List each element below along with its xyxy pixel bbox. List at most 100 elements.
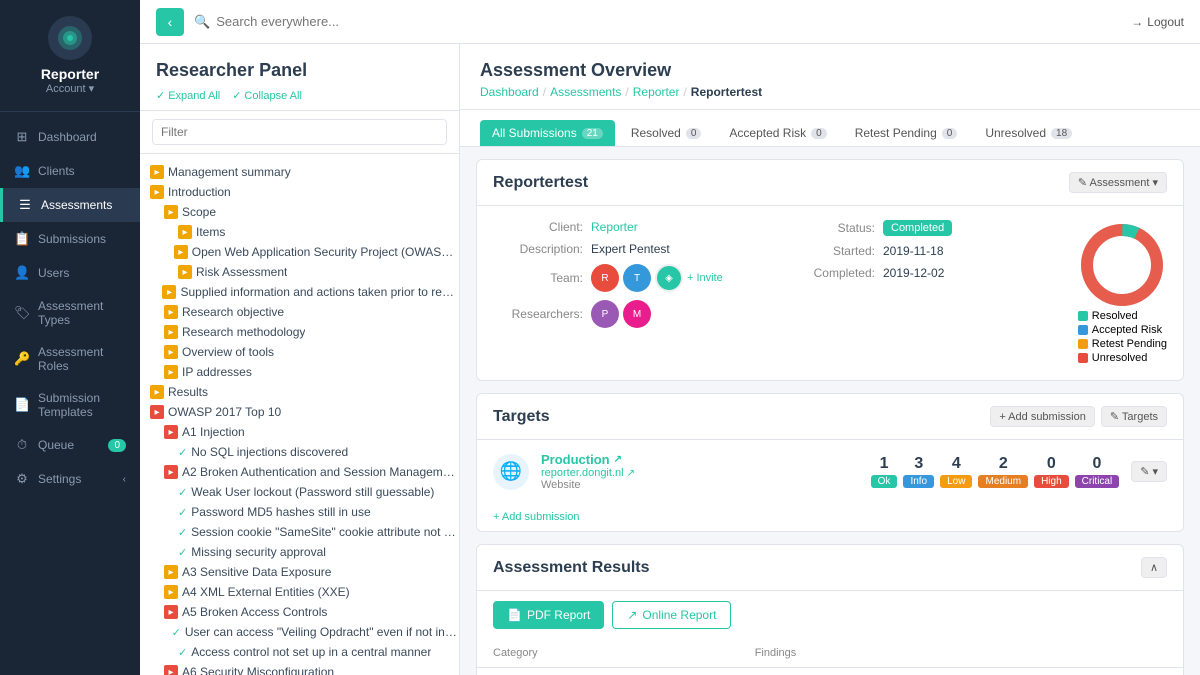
tree-item[interactable]: ▸Supplied information and actions taken … [140, 282, 459, 302]
results-table-head: Category Findings [477, 639, 1183, 668]
tree-item[interactable]: ▸Results [140, 382, 459, 402]
tree-item[interactable]: ✓Weak User lockout (Password still guess… [140, 482, 459, 502]
tree-item[interactable]: ▸Management summary [140, 162, 459, 182]
logout-button[interactable]: → Logout [1131, 15, 1184, 29]
tab-retest-pending[interactable]: Retest Pending 0 [843, 120, 970, 146]
tree-item[interactable]: ✓No SQL injections discovered [140, 442, 459, 462]
folder-icon: ▸ [164, 325, 178, 339]
collapse-all-button[interactable]: ✓ Collapse All [232, 89, 302, 102]
sidebar-item-queue[interactable]: ⏱ Queue 0 [0, 428, 140, 462]
folder-icon: ▸ [164, 665, 178, 675]
sidebar-item-label: Users [38, 266, 69, 280]
add-submission-button[interactable]: + Add submission [990, 406, 1095, 427]
results-title: Assessment Results [493, 559, 650, 577]
tree-item[interactable]: ✓User can access "Veiling Opdracht" even… [140, 622, 459, 642]
submission-templates-icon: 📄 [14, 397, 30, 413]
tree-item-label: Password MD5 hashes still in use [191, 505, 370, 519]
tab-all-submissions[interactable]: All Submissions 21 [480, 120, 615, 146]
client-value[interactable]: Reporter [591, 220, 638, 234]
breadcrumb-item[interactable]: Assessments [550, 85, 621, 99]
tree-item-label: User can access "Veiling Opdracht" even … [185, 625, 459, 639]
search-input[interactable] [216, 14, 1121, 29]
tree-item-label: Access control not set up in a central m… [191, 645, 431, 659]
page-title: Assessment Overview [480, 60, 1180, 81]
expand-all-button[interactable]: ✓ Expand All [156, 89, 220, 102]
avatar: ◈ [655, 264, 683, 292]
assessment-title: Reportertest [493, 174, 588, 192]
assessment-section: Reportertest ✎ Assessment ▾ Client: Repo [476, 159, 1184, 381]
assessment-menu-button[interactable]: ✎ Assessment ▾ [1069, 172, 1167, 193]
tree-item[interactable]: ▸ A6 Security Misconfiguration [140, 662, 459, 675]
sidebar-item-dashboard[interactable]: ⊞ Dashboard [0, 120, 140, 154]
tab-accepted-risk[interactable]: Accepted Risk 0 [717, 120, 838, 146]
tree-item[interactable]: ▸ IP addresses [140, 362, 459, 382]
tree-item[interactable]: ▸A3 Sensitive Data Exposure [140, 562, 459, 582]
tree-item-label: Risk Assessment [196, 265, 287, 279]
sidebar-item-users[interactable]: 👤 Users [0, 256, 140, 290]
sidebar-item-assessment-roles[interactable]: 🔑 Assessment Roles [0, 336, 140, 382]
tree-item[interactable]: ▸Research objective [140, 302, 459, 322]
tree-item[interactable]: ▸OWASP 2017 Top 10 [140, 402, 459, 422]
breadcrumb-item[interactable]: Reporter [633, 85, 680, 99]
completed-value: 2019-12-02 [883, 266, 944, 280]
tree-item[interactable]: ✓Missing security approval [140, 542, 459, 562]
invite-button[interactable]: + Invite [687, 264, 723, 292]
right-panel-header: Assessment Overview Dashboard / Assessme… [460, 44, 1200, 110]
online-report-button[interactable]: ↗ Online Report [612, 601, 731, 629]
sidebar-item-assessment-types[interactable]: 🏷 Assessment Types [0, 290, 140, 336]
tree-item[interactable]: ▸A2 Broken Authentication and Session Ma… [140, 462, 459, 482]
pdf-report-button[interactable]: 📄 PDF Report [493, 601, 604, 629]
check-icon: ✓ [178, 526, 187, 539]
tab-resolved[interactable]: Resolved 0 [619, 120, 714, 146]
pdf-icon: 📄 [507, 608, 522, 622]
sidebar-item-label: Queue [38, 438, 74, 452]
back-button[interactable]: ‹ [156, 8, 184, 36]
tab-unresolved[interactable]: Unresolved 18 [973, 120, 1084, 146]
tree-item-label: Missing security approval [191, 545, 326, 559]
folder-icon: ▸ [164, 365, 178, 379]
tree-item[interactable]: ▸A5 Broken Access Controls [140, 602, 459, 622]
target-url[interactable]: reporter.dongit.nl ↗ [541, 467, 859, 479]
app-name: Reporter [41, 66, 99, 82]
tree-item[interactable]: ▸Items [140, 222, 459, 242]
add-submission-link[interactable]: + Add submission [477, 503, 1183, 531]
account-label[interactable]: Account ▾ [46, 82, 94, 95]
tree-item[interactable]: ▸A1 Injection [140, 422, 459, 442]
breadcrumb-item[interactable]: Dashboard [480, 85, 539, 99]
targets-button[interactable]: ✎ Targets [1101, 406, 1167, 427]
tree-item[interactable]: ▸Scope [140, 202, 459, 222]
sidebar-item-label: Assessment Roles [38, 345, 126, 373]
breadcrumb: Dashboard / Assessments / Reporter / Rep… [480, 85, 1180, 99]
tree-item-label: A6 Security Misconfiguration [182, 665, 334, 675]
tree-item-label: OWASP 2017 Top 10 [168, 405, 281, 419]
avatar: T [623, 264, 651, 292]
tree-item[interactable]: ▸Open Web Application Security Project (… [140, 242, 459, 262]
tree-item[interactable]: ▸Research methodology [140, 322, 459, 342]
filter-input[interactable] [152, 119, 447, 145]
tree-item[interactable]: ▸Introduction [140, 182, 459, 202]
targets-section: Targets + Add submission ✎ Targets 🌐 Pro… [476, 393, 1184, 532]
tree-item[interactable]: ▸Overview of tools [140, 342, 459, 362]
sidebar-item-submission-templates[interactable]: 📄 Submission Templates [0, 382, 140, 428]
target-name[interactable]: Production ↗ [541, 452, 859, 467]
right-panel: Assessment Overview Dashboard / Assessme… [460, 44, 1200, 675]
tree-item[interactable]: ✓Password MD5 hashes still in use [140, 502, 459, 522]
sidebar: Reporter Account ▾ ⊞ Dashboard 👥 Clients… [0, 0, 140, 675]
sidebar-item-submissions[interactable]: 📋 Submissions [0, 222, 140, 256]
sidebar-item-settings[interactable]: ⚙ Settings ‹ [0, 462, 140, 496]
tree-item-label: IP addresses [182, 365, 252, 379]
sidebar-item-assessments[interactable]: ☰ Assessments [0, 188, 140, 222]
tree-item[interactable]: ▸Risk Assessment [140, 262, 459, 282]
completed-row: Completed: 2019-12-02 [785, 266, 1057, 280]
target-action-button[interactable]: ✎ ▾ [1131, 461, 1167, 482]
tree-item-label: A3 Sensitive Data Exposure [182, 565, 331, 579]
tree-item[interactable]: ✓Access control not set up in a central … [140, 642, 459, 662]
collapse-results-button[interactable]: ∧ [1141, 557, 1167, 578]
targets-header: Targets + Add submission ✎ Targets [477, 394, 1183, 440]
main-container: ‹ 🔍 → Logout Researcher Panel ✓ Expand A… [140, 0, 1200, 675]
targets-title: Targets [493, 408, 550, 426]
tree-item[interactable]: ✓Session cookie "SameSite" cookie attrib… [140, 522, 459, 542]
sidebar-item-clients[interactable]: 👥 Clients [0, 154, 140, 188]
tree-item[interactable]: ▸A4 XML External Entities (XXE) [140, 582, 459, 602]
queue-badge: 0 [108, 439, 126, 452]
